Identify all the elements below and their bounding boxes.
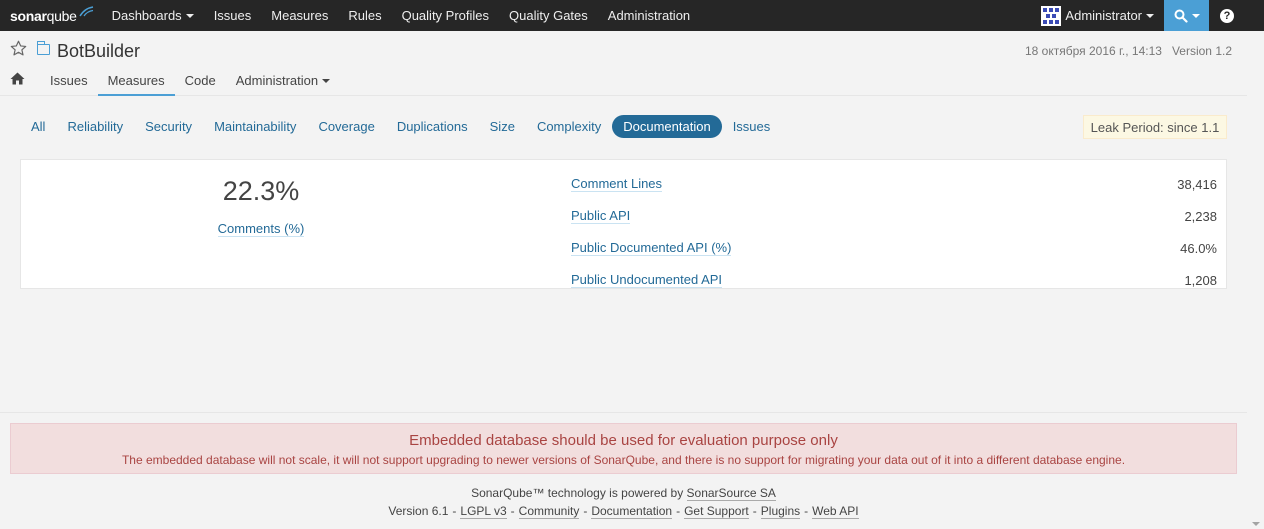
nav-administration[interactable]: Administration	[598, 0, 700, 31]
domain-tab-size[interactable]: Size	[479, 115, 526, 138]
footer-link-get-support[interactable]: Get Support	[684, 504, 749, 519]
nav-dashboards-label: Dashboards	[111, 8, 182, 23]
user-menu[interactable]: Administrator	[1041, 0, 1154, 31]
main-metric-value: 22.3%	[222, 176, 300, 206]
metric-row: Comment Lines 38,416	[571, 168, 1217, 200]
sonarsource-link[interactable]: SonarSource SA	[686, 486, 776, 501]
nav-issues[interactable]: Issues	[204, 0, 262, 31]
metric-public-api-link[interactable]: Public API	[571, 208, 631, 224]
metric-public-api-value: 2,238	[1184, 208, 1217, 224]
chevron-down-icon	[322, 79, 331, 83]
scroll-down-arrow-icon[interactable]	[1252, 522, 1260, 526]
domain-tab-duplications[interactable]: Duplications	[386, 115, 479, 138]
tab-measures[interactable]: Measures	[97, 68, 175, 96]
metric-row: Public Undocumented API 1,208	[571, 264, 1217, 296]
metric-public-documented-api-value: 46.0%	[1180, 240, 1217, 256]
sonarqube-logo[interactable]: sonar qube	[0, 0, 94, 31]
embedded-db-warning: Embedded database should be used for eva…	[10, 423, 1237, 474]
footer-link-documentation[interactable]: Documentation	[591, 504, 673, 519]
favorite-star-icon[interactable]	[10, 40, 27, 60]
vertical-scrollbar[interactable]	[1247, 31, 1264, 529]
help-button[interactable]: ?	[1209, 0, 1245, 31]
domain-tab-issues[interactable]: Issues	[722, 115, 782, 138]
footer-version: Version 6.1	[388, 504, 449, 518]
logo-qube-text: qube	[46, 7, 77, 24]
search-icon	[1174, 9, 1188, 23]
project-meta: 18 октября 2016 г., 14:13 Version 1.2	[1025, 44, 1232, 58]
home-icon[interactable]	[10, 72, 25, 88]
leak-period-badge: Leak Period: since 1.1	[1083, 115, 1227, 139]
warning-title: Embedded database should be used for eva…	[409, 432, 838, 449]
nav-rules[interactable]: Rules	[338, 0, 391, 31]
nav-quality-gates[interactable]: Quality Gates	[499, 0, 598, 31]
domain-tab-documentation[interactable]: Documentation	[612, 115, 722, 138]
project-version: Version 1.2	[1171, 44, 1232, 58]
global-nav: Dashboards Issues Measures Rules Quality…	[102, 0, 701, 31]
metric-comment-lines-link[interactable]: Comment Lines	[571, 176, 663, 192]
comments-percent-link[interactable]: Comments (%)	[217, 221, 305, 237]
metric-comment-lines-value: 38,416	[1177, 176, 1217, 192]
chevron-down-icon	[1191, 13, 1200, 18]
footer-powered-by: SonarQube™ technology is powered by Sona…	[0, 486, 1247, 501]
nav-measures[interactable]: Measures	[261, 0, 338, 31]
metric-public-undocumented-api-value: 1,208	[1184, 272, 1217, 288]
footer-separator: -	[676, 504, 681, 518]
chevron-down-icon	[1146, 13, 1154, 18]
domain-tab-reliability[interactable]: Reliability	[56, 115, 134, 138]
user-name: Administrator	[1065, 8, 1142, 23]
analysis-date: 18 октября 2016 г., 14:13	[1025, 44, 1162, 58]
footer-separator: -	[510, 504, 515, 518]
tab-administration-label: Administration	[235, 73, 319, 88]
domain-tab-security[interactable]: Security	[134, 115, 203, 138]
project-name[interactable]: BotBuilder	[57, 41, 140, 62]
project-tabs: Issues Measures Code Administration	[10, 68, 340, 96]
search-button[interactable]	[1164, 0, 1209, 31]
footer-separator: -	[752, 504, 757, 518]
footer-link-license[interactable]: LGPL v3	[460, 504, 507, 519]
metric-row: Public API 2,238	[571, 200, 1217, 232]
help-icon: ?	[1220, 8, 1234, 23]
chevron-down-icon	[185, 13, 194, 18]
metric-list: Comment Lines 38,416 Public API 2,238 Pu…	[571, 168, 1217, 296]
powered-by-text: SonarQube™ technology is powered by	[471, 486, 687, 500]
domain-tabs: All Reliability Security Maintainability…	[21, 115, 781, 138]
nav-dashboards[interactable]: Dashboards	[102, 0, 204, 31]
logo-sonar-text: sonar	[10, 7, 47, 24]
domain-tab-all[interactable]: All	[21, 115, 56, 138]
footer-separator: -	[583, 504, 588, 518]
metric-public-documented-api-link[interactable]: Public Documented API (%)	[571, 240, 732, 256]
tab-administration[interactable]: Administration	[226, 68, 340, 96]
metric-public-undocumented-api-link[interactable]: Public Undocumented API	[571, 272, 723, 288]
domain-tab-coverage[interactable]: Coverage	[307, 115, 385, 138]
footer-link-community[interactable]: Community	[518, 504, 580, 519]
footer-links: Version 6.1- LGPL v3- Community - Documentat…	[0, 504, 1247, 519]
metric-row: Public Documented API (%) 46.0%	[571, 232, 1217, 264]
warning-text: The embedded database will not scale, it…	[121, 453, 1126, 467]
documentation-measures-panel: 22.3% Comments (%) Comment Lines 38,416 …	[20, 159, 1227, 289]
tab-issues[interactable]: Issues	[40, 68, 98, 96]
avatar-identicon-icon	[1041, 5, 1062, 26]
logo-wave-icon	[78, 5, 93, 16]
footer-separator: -	[804, 504, 809, 518]
top-navbar: sonar qube Dashboards Issues Measures Rul…	[0, 0, 1264, 31]
tab-code[interactable]: Code	[175, 68, 226, 96]
domain-tab-complexity[interactable]: Complexity	[526, 115, 612, 138]
footer-link-plugins[interactable]: Plugins	[760, 504, 801, 519]
avatar	[1041, 5, 1062, 26]
footer-link-web-api[interactable]: Web API	[812, 504, 859, 519]
project-folder-icon	[36, 41, 50, 55]
domain-tab-maintainability[interactable]: Maintainability	[203, 115, 307, 138]
main-metric-label: Comments (%)	[21, 221, 501, 237]
project-context-header: BotBuilder 18 октября 2016 г., 14:13 Ver…	[0, 31, 1247, 96]
nav-quality-profiles[interactable]: Quality Profiles	[392, 0, 499, 31]
footer-separator: -	[452, 504, 457, 518]
page-divider	[0, 412, 1247, 413]
